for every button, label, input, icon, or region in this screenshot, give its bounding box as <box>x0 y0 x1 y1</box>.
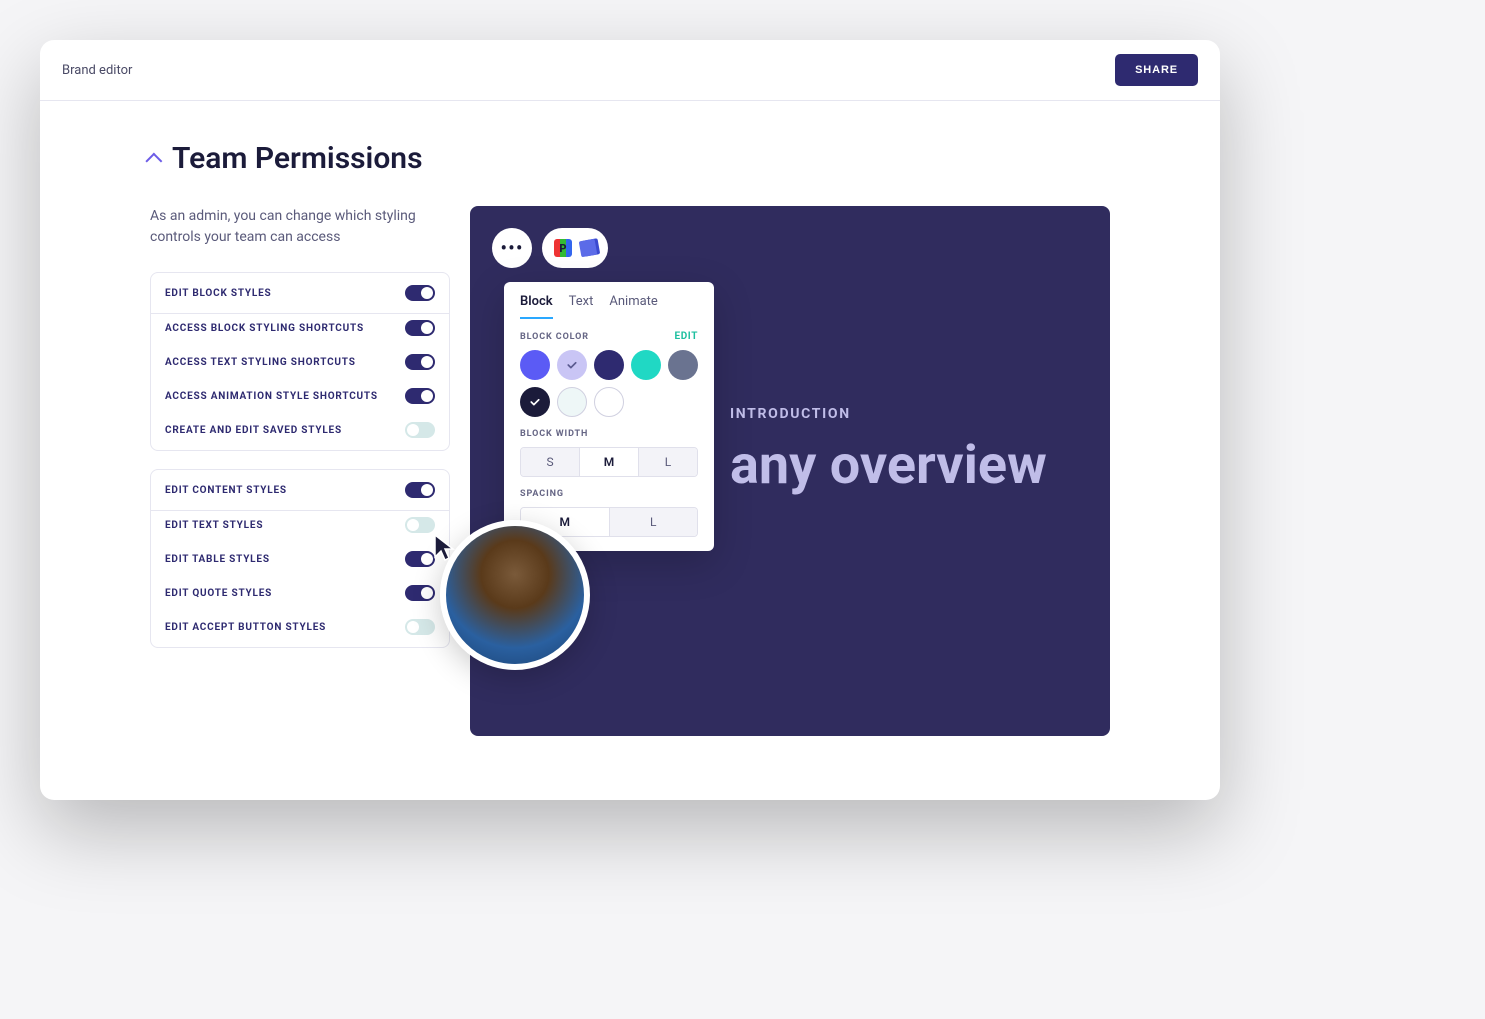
spacing-label: SPACING <box>520 489 564 499</box>
perm-label: EDIT QUOTE STYLES <box>165 588 272 599</box>
section-title: Team Permissions <box>172 141 423 176</box>
perm-label: EDIT BLOCK STYLES <box>165 288 272 299</box>
perm-group-header: EDIT BLOCK STYLES <box>151 273 449 314</box>
perm-row: ACCESS TEXT STYLING SHORTCUTS <box>151 348 449 382</box>
permission-toggle[interactable] <box>405 517 435 533</box>
perm-label: ACCESS TEXT STYLING SHORTCUTS <box>165 357 356 368</box>
permission-toggle[interactable] <box>405 482 435 498</box>
panel-tab-animate[interactable]: Animate <box>609 294 657 319</box>
topbar-title: Brand editor <box>62 63 132 78</box>
perm-label: ACCESS ANIMATION STYLE SHORTCUTS <box>165 391 378 402</box>
p-logo-icon <box>554 239 572 257</box>
preview-toolbar: ••• <box>492 228 608 268</box>
perm-row: CREATE AND EDIT SAVED STYLES <box>151 416 449 450</box>
perm-label: EDIT TABLE STYLES <box>165 554 270 565</box>
permission-toggle[interactable] <box>405 354 435 370</box>
perm-row: EDIT TABLE STYLES <box>151 545 449 579</box>
perm-label: EDIT TEXT STYLES <box>165 520 263 531</box>
more-menu-button[interactable]: ••• <box>492 228 532 268</box>
permissions-column: As an admin, you can change which stylin… <box>150 206 450 666</box>
color-swatch[interactable] <box>557 387 587 417</box>
color-swatch[interactable] <box>520 387 550 417</box>
perm-label: EDIT ACCEPT BUTTON STYLES <box>165 622 326 633</box>
perm-row: ACCESS BLOCK STYLING SHORTCUTS <box>151 314 449 348</box>
block-width-label: BLOCK WIDTH <box>520 429 588 439</box>
permission-toggle[interactable] <box>405 320 435 336</box>
panel-tab-text[interactable]: Text <box>569 294 594 319</box>
color-swatch[interactable] <box>668 350 698 380</box>
permission-toggle[interactable] <box>405 551 435 567</box>
color-swatch[interactable] <box>594 387 624 417</box>
panel-tabs: Block Text Animate <box>504 282 714 319</box>
color-swatches <box>520 350 698 417</box>
seg-option[interactable]: S <box>521 448 579 476</box>
perm-row: ACCESS ANIMATION STYLE SHORTCUTS <box>151 382 449 416</box>
block-color-label: BLOCK COLOR <box>520 332 589 342</box>
avatar <box>440 520 590 670</box>
color-swatch[interactable] <box>631 350 661 380</box>
perm-row: EDIT TEXT STYLES <box>151 511 449 545</box>
block-width-segmented[interactable]: SML <box>520 447 698 477</box>
content: Team Permissions As an admin, you can ch… <box>40 101 1220 756</box>
cards-icon <box>579 239 598 258</box>
seg-option[interactable]: L <box>638 448 697 476</box>
perm-row: EDIT QUOTE STYLES <box>151 579 449 613</box>
perm-label: ACCESS BLOCK STYLING SHORTCUTS <box>165 323 364 334</box>
permission-toggle[interactable] <box>405 388 435 404</box>
color-swatch[interactable] <box>557 350 587 380</box>
perm-group-header: EDIT CONTENT STYLES <box>151 470 449 511</box>
style-panel: Block Text Animate BLOCK COLOR EDIT BLOCK … <box>504 282 714 551</box>
perm-row: EDIT ACCEPT BUTTON STYLES <box>151 613 449 647</box>
perm-label: EDIT CONTENT STYLES <box>165 485 287 496</box>
topbar: Brand editor SHARE <box>40 40 1220 101</box>
seg-option[interactable]: M <box>579 448 638 476</box>
permission-toggle[interactable] <box>405 285 435 301</box>
perm-group-block-styles: EDIT BLOCK STYLES ACCESS BLOCK STYLING SH… <box>150 272 450 451</box>
section-description: As an admin, you can change which stylin… <box>150 206 450 248</box>
slide-eyebrow: INTRODUCTION <box>730 406 1090 422</box>
share-button[interactable]: SHARE <box>1115 54 1198 86</box>
permission-toggle[interactable] <box>405 585 435 601</box>
color-swatch[interactable] <box>520 350 550 380</box>
section-header[interactable]: Team Permissions <box>150 141 1110 176</box>
color-swatch[interactable] <box>594 350 624 380</box>
seg-option[interactable]: L <box>609 508 698 536</box>
slide-title: any overview <box>730 438 1090 495</box>
perm-group-content-styles: EDIT CONTENT STYLES EDIT TEXT STYLES EDIT … <box>150 469 450 648</box>
panel-tab-block[interactable]: Block <box>520 294 553 319</box>
app-window: Brand editor SHARE Team Permissions As a… <box>40 40 1220 800</box>
chevron-up-icon <box>145 152 162 169</box>
slide-text: INTRODUCTION any overview <box>730 406 1090 495</box>
slide-preview: ••• Block Text Animate BLOCK COLOR EDIT <box>470 206 1110 736</box>
permission-toggle[interactable] <box>405 422 435 438</box>
perm-label: CREATE AND EDIT SAVED STYLES <box>165 425 342 436</box>
permission-toggle[interactable] <box>405 619 435 635</box>
style-tools-pill[interactable] <box>542 228 608 268</box>
edit-colors-button[interactable]: EDIT <box>674 331 698 342</box>
